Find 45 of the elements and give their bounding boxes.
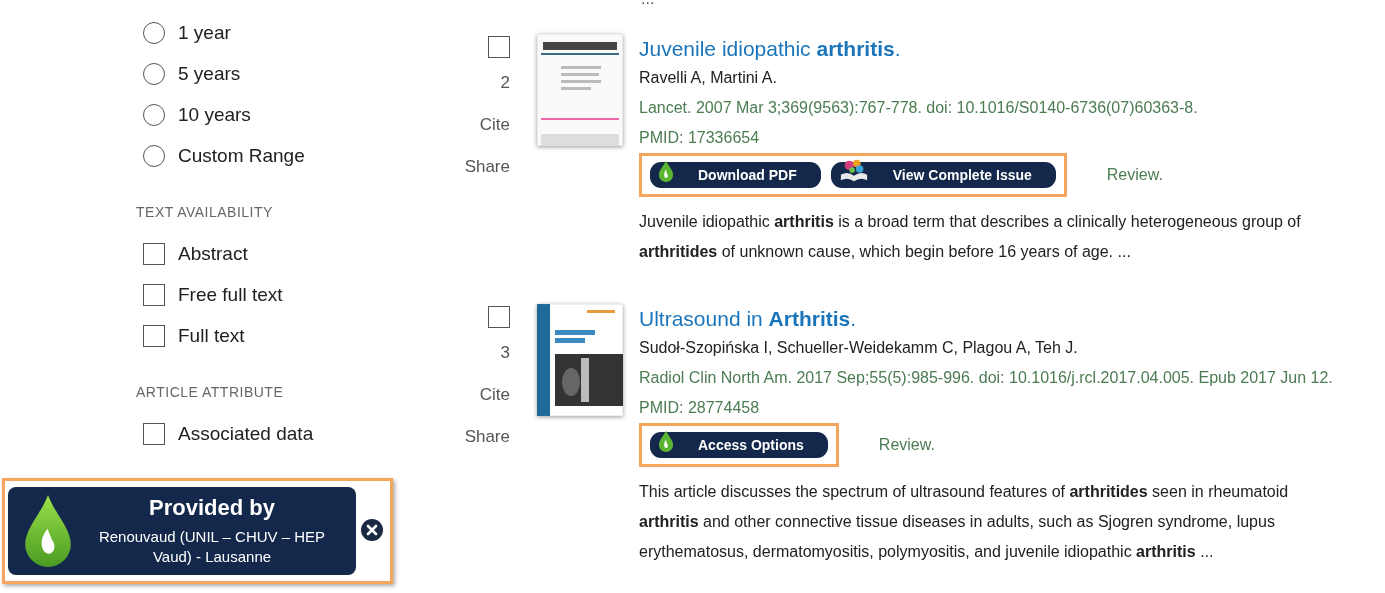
checkbox-label[interactable]: Full text [178,324,245,347]
pmid: PMID: 28774458 [639,398,761,418]
share-link[interactable]: Share [464,419,510,454]
drop-icon [658,430,674,452]
publication-type: Review. [1106,166,1163,184]
drop-icon [658,160,674,182]
checkbox[interactable] [488,36,510,58]
close-icon[interactable] [361,519,383,541]
abstract-snippet: Juvenile idiopathic arthritis is a broad term that describes a clinically heterogeneous group of arthritides of unknown cause, which begin before 16 years of age. ... [639,212,1302,262]
citation: Radiol Clin North Am. 2017 Sep;55(5):985-996. doi: 10.1016/j.rcl.2017.04.005. Epub 2017 Jun 12. [639,368,1334,388]
result-number: 2 [500,72,510,94]
checkbox[interactable] [143,283,165,306]
citation: Lancet. 2007 Mar 3;369(9563):767-778. doi: 10.1016/S0140-6736(07)60363-8. [639,98,1199,118]
radio-label[interactable]: 10 years [178,103,251,126]
action-button[interactable]: Download PDF [650,162,821,188]
publication-type: Review. [878,436,935,454]
authors: Sudoł-Szopińska I, Schueller-Weidekamm C, Plagou A, Teh J. [639,338,1079,358]
action-button[interactable]: Access Options [650,432,828,458]
radio-label[interactable]: Custom Range [178,144,305,167]
result-number: 3 [500,342,510,364]
section-heading: ARTICLE ATTRIBUTE [136,384,285,400]
checkbox-label[interactable]: Abstract [178,242,248,265]
checkbox-label[interactable]: Free full text [178,283,283,306]
checkbox[interactable] [143,242,165,265]
book-icon [838,157,869,183]
cite-link[interactable]: Cite [479,377,510,412]
share-link[interactable]: Share [464,149,510,184]
authors: Ravelli A, Martini A. [639,68,778,88]
popup-title: Provided by [148,495,276,521]
radio-label[interactable]: 5 years [178,62,241,85]
checkbox-label[interactable]: Associated data [178,422,314,445]
article-title[interactable]: Ultrasound in Arthritis. [639,292,1345,333]
popup-text: Renouvaud (UNIL – CHUV – HEP Vaud) - Lausanne [97,527,327,567]
abstract-snippet: This article discusses the spectrum of ultrasound features of arthritides seen in rheumatoid arthritis and other connective tissue diseases in adults, such as Sjogren syndrome, lupus erythematosus, dermatomyositis, polymyositis, and juvenile idiopathic arthritis ... [639,482,1290,562]
action-button[interactable]: View Complete Issue [830,162,1056,188]
radio-label[interactable]: 1 year [178,21,231,44]
checkbox[interactable] [143,324,165,347]
drop-icon [24,494,72,568]
cite-link[interactable]: Cite [479,107,510,142]
checkbox[interactable] [488,306,510,328]
pmid: PMID: 17336654 [639,128,761,148]
ellipsis: ... [641,0,656,6]
article-title[interactable]: Juvenile idiopathic arthritis. [639,22,1345,63]
section-heading: TEXT AVAILABILITY [136,204,274,220]
checkbox[interactable] [143,422,165,445]
